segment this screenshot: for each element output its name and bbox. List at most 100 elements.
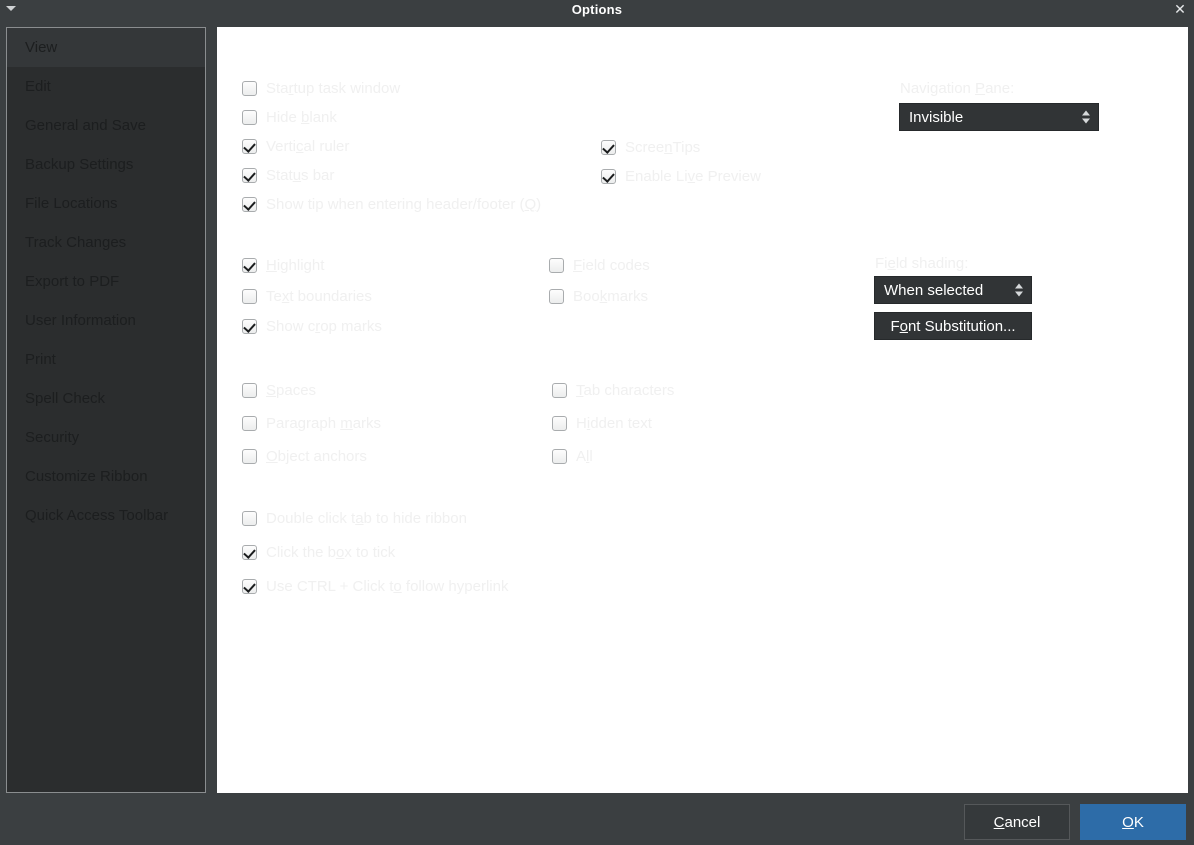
checkbox-unchecked-icon[interactable] [242,81,257,96]
checkbox-unchecked-icon[interactable] [552,383,567,398]
checkbox-row[interactable]: Field codes [549,257,650,274]
sidebar-item-label: Backup Settings [25,156,134,173]
sidebar-item-security[interactable]: Security [7,418,205,457]
sidebar-item-customize-ribbon[interactable]: Customize Ribbon [7,457,205,496]
checkbox-row[interactable]: Click the box to tick [242,544,395,561]
sidebar-item-export-to-pdf[interactable]: Export to PDF [7,262,205,301]
checkbox-unchecked-icon[interactable] [242,383,257,398]
checkbox-row[interactable]: ScreenTips [601,139,700,156]
checkbox-label[interactable]: Field codes [573,257,650,274]
checkbox-unchecked-icon[interactable] [552,449,567,464]
sidebar-item-user-information[interactable]: User Information [7,301,205,340]
cancel-button[interactable]: Cancel [964,804,1070,840]
checkbox-row[interactable]: Hide blank [242,109,337,126]
checkbox-label[interactable]: Double click tab to hide ribbon [266,510,467,527]
checkbox-label[interactable]: Vertical ruler [266,138,349,155]
view-settings-panel: Startup task window Hide blank Vertical ru… [217,27,1188,793]
sidebar-item-label: Security [25,429,80,446]
checkbox-label[interactable]: Highlight [266,257,324,274]
navigation-pane-value: Invisible [909,108,964,126]
options-category-sidebar[interactable]: View Edit General and Save Backup Settings F… [6,27,206,793]
checkbox-row[interactable]: Vertical ruler [242,138,349,155]
sidebar-item-label: File Locations [25,195,118,212]
checkbox-checked-icon[interactable] [242,319,257,334]
chevron-down-icon[interactable] [6,6,16,11]
dialog-footer: Cancel OK [0,782,1194,845]
checkbox-row[interactable]: Show tip when entering header/footer (Q) [242,196,541,213]
checkbox-label[interactable]: Use CTRL + Click to follow hyperlink [266,578,508,595]
checkbox-label[interactable]: Hide blank [266,109,337,126]
sidebar-item-print[interactable]: Print [7,340,205,379]
checkbox-checked-icon[interactable] [242,197,257,212]
checkbox-checked-icon[interactable] [242,579,257,594]
sidebar-item-edit[interactable]: Edit [7,67,205,106]
checkbox-row[interactable]: Enable Live Preview [601,168,761,185]
checkbox-row[interactable]: Use CTRL + Click to follow hyperlink [242,578,508,595]
checkbox-row[interactable]: All [552,448,593,465]
checkbox-row[interactable]: Double click tab to hide ribbon [242,510,467,527]
field-shading-value: When selected [884,281,984,299]
spinner-arrows-icon[interactable] [1082,110,1090,124]
navigation-pane-select[interactable]: Invisible [899,103,1099,131]
checkbox-unchecked-icon[interactable] [549,288,564,304]
checkbox-label[interactable]: Hidden text [576,415,652,432]
checkbox-checked-icon[interactable] [601,169,616,184]
checkbox-unchecked-icon[interactable] [242,416,257,431]
field-shading-select[interactable]: When selected [874,276,1032,304]
sidebar-item-label: General and Save [25,117,146,134]
checkbox-checked-icon[interactable] [242,545,257,560]
checkbox-label[interactable]: Startup task window [266,80,400,97]
sidebar-item-file-locations[interactable]: File Locations [7,184,205,223]
navigation-pane-label: Navigation Pane: [900,80,1015,97]
checkbox-unchecked-icon[interactable] [242,511,257,526]
sidebar-item-view[interactable]: View [7,28,205,67]
sidebar-item-label: View [25,39,58,56]
checkbox-label[interactable]: Show tip when entering header/footer (Q) [266,196,541,213]
checkbox-unchecked-icon[interactable] [242,449,257,464]
checkbox-row[interactable]: Spaces [242,382,316,399]
checkbox-checked-icon[interactable] [601,140,616,155]
font-substitution-button[interactable]: Fo nt Substitution... [874,312,1032,340]
sidebar-item-label: Print [25,351,56,368]
checkbox-unchecked-icon[interactable] [552,416,567,431]
checkbox-label[interactable]: All [576,448,593,465]
checkbox-unchecked-icon[interactable] [549,258,564,273]
checkbox-label[interactable]: Object anchors [266,448,367,465]
checkbox-label[interactable]: Bookmarks [573,288,648,305]
sidebar-item-label: Customize Ribbon [25,468,148,485]
checkbox-label[interactable]: ScreenTips [625,139,700,156]
checkbox-label[interactable]: Show crop marks [266,318,382,335]
checkbox-row[interactable]: Bookmarks [549,288,648,305]
checkbox-label[interactable]: Status bar [266,167,334,184]
checkbox-row[interactable]: Status bar [242,167,334,184]
sidebar-item-track-changes[interactable]: Track Changes [7,223,205,262]
close-icon[interactable]: ✕ [1172,1,1188,18]
spinner-arrows-icon[interactable] [1015,283,1023,297]
sidebar-item-label: Quick Access Toolbar [25,507,169,524]
checkbox-label[interactable]: Tab characters [576,382,674,399]
checkbox-label[interactable]: Text boundaries [266,288,372,305]
ok-button[interactable]: OK [1080,804,1186,840]
checkbox-checked-icon[interactable] [242,168,257,183]
checkbox-row[interactable]: Tab characters [552,382,674,399]
checkbox-checked-icon[interactable] [242,139,257,154]
checkbox-label[interactable]: Enable Live Preview [625,168,761,185]
sidebar-item-quick-access-toolbar[interactable]: Quick Access Toolbar [7,496,205,535]
checkbox-label[interactable]: Click the box to tick [266,544,395,561]
sidebar-item-backup-settings[interactable]: Backup Settings [7,145,205,184]
checkbox-label[interactable]: Paragraph marks [266,415,381,432]
checkbox-unchecked-icon[interactable] [242,288,257,304]
checkbox-checked-icon[interactable] [242,258,257,273]
sidebar-item-label: User Information [25,312,136,329]
checkbox-row[interactable]: Hidden text [552,415,652,432]
sidebar-item-general-and-save[interactable]: General and Save [7,106,205,145]
sidebar-item-spell-check[interactable]: Spell Check [7,379,205,418]
checkbox-row[interactable]: Paragraph marks [242,415,381,432]
checkbox-row[interactable]: Show crop marks [242,318,382,335]
checkbox-unchecked-icon[interactable] [242,110,257,125]
checkbox-row[interactable]: Text boundaries [242,288,372,305]
checkbox-row[interactable]: Highlight [242,257,324,274]
checkbox-row[interactable]: Startup task window [242,80,400,97]
checkbox-label[interactable]: Spaces [266,382,316,399]
checkbox-row[interactable]: Object anchors [242,448,367,465]
